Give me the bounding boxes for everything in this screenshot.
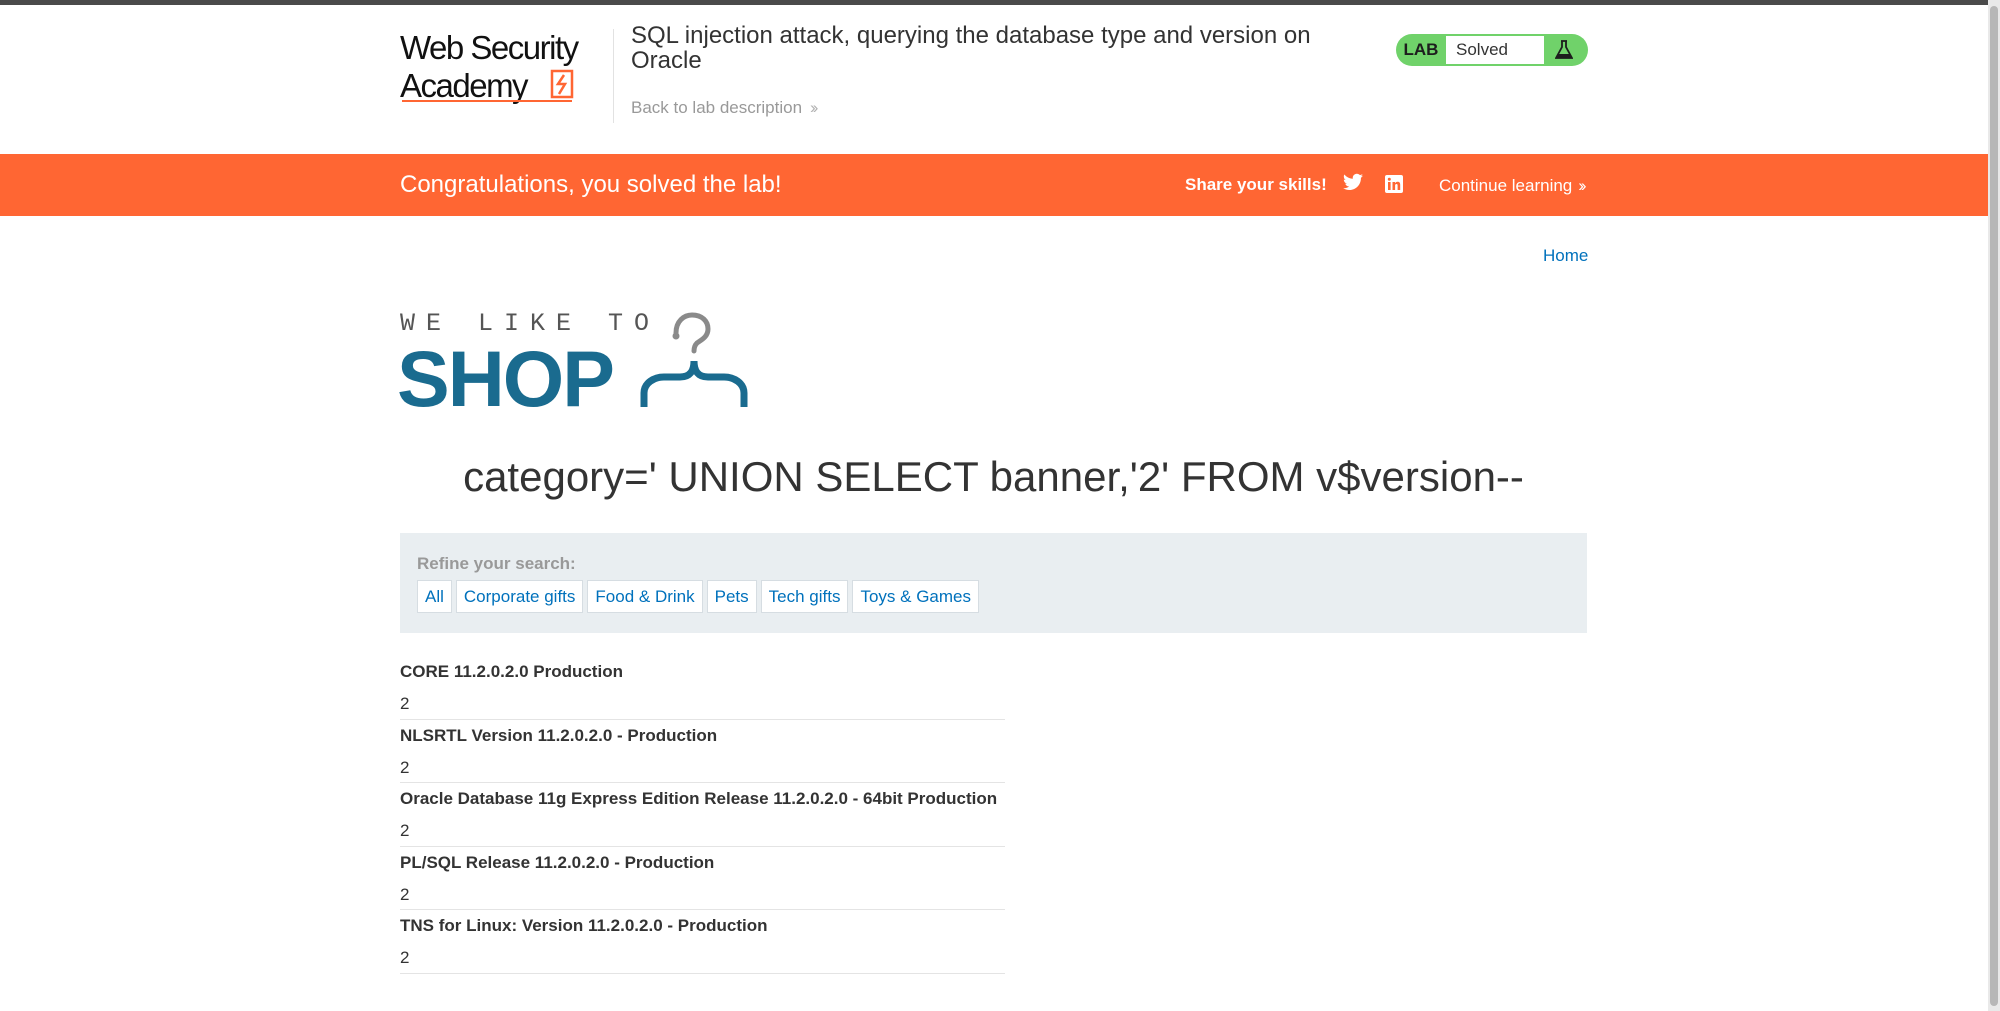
result-name: TNS for Linux: Version 11.2.0.2.0 - Prod… xyxy=(400,916,768,936)
continue-learning-link[interactable]: Continue learning ›› xyxy=(1439,176,1587,196)
result-name: PL/SQL Release 11.2.0.2.0 - Production xyxy=(400,852,715,872)
academy-header: Web Security Academy SQL injection attac… xyxy=(0,5,1988,154)
continue-learning-label: Continue learning xyxy=(1439,176,1573,195)
table-row: CORE 11.2.0.2.0 Production 2 xyxy=(400,656,1005,720)
category-filter-tech-gifts[interactable]: Tech gifts xyxy=(760,580,849,613)
scrollbar-thumb[interactable] xyxy=(1990,6,1998,1006)
lab-status-widget: LAB Solved xyxy=(1396,34,1588,66)
vertical-scrollbar[interactable] xyxy=(1988,0,2000,1011)
back-to-lab-description-link[interactable]: Back to lab description ›› xyxy=(631,98,819,118)
logo-line-1: Web Security xyxy=(400,29,579,66)
linkedin-icon[interactable] xyxy=(1385,175,1403,198)
lab-badge: LAB xyxy=(1403,40,1439,59)
home-link[interactable]: Home xyxy=(1543,246,1588,266)
shop-logo-word: SHOP xyxy=(397,334,615,423)
hanger-icon xyxy=(640,312,748,407)
category-filter-corporate-gifts[interactable]: Corporate gifts xyxy=(455,580,584,613)
result-value: 2 xyxy=(400,884,410,904)
back-link-label: Back to lab description xyxy=(631,98,803,117)
table-row: NLSRTL Version 11.2.0.2.0 - Production 2 xyxy=(400,720,1005,784)
results-table: CORE 11.2.0.2.0 Production 2 NLSRTL Vers… xyxy=(400,656,1005,974)
flask-icon xyxy=(1544,40,1584,60)
category-filter-toys-games[interactable]: Toys & Games xyxy=(852,580,979,613)
refine-search-label: Refine your search: xyxy=(417,554,576,573)
double-chevron-right-icon: ›› xyxy=(810,98,819,117)
share-skills-label: Share your skills! xyxy=(1185,175,1327,194)
lab-solved-banner: Congratulations, you solved the lab! Sha… xyxy=(0,154,1988,216)
search-filter-panel: Refine your search: All Corporate gifts … xyxy=(400,533,1587,633)
result-name: CORE 11.2.0.2.0 Production xyxy=(400,662,623,681)
lab-title: SQL injection attack, querying the datab… xyxy=(631,22,1311,74)
result-name: NLSRTL Version 11.2.0.2.0 - Production xyxy=(400,725,718,745)
we-like-to-shop-logo: WE LIKE TO SHOP xyxy=(397,305,780,423)
lab-status-text: Solved xyxy=(1446,36,1544,64)
web-security-academy-logo[interactable]: Web Security Academy xyxy=(400,29,610,109)
table-row: Oracle Database 11g Express Edition Rele… xyxy=(400,783,1005,847)
header-divider xyxy=(613,29,614,123)
category-filter-all[interactable]: All xyxy=(417,580,452,613)
twitter-icon[interactable] xyxy=(1343,173,1363,196)
congratulations-message: Congratulations, you solved the lab! xyxy=(400,171,782,198)
category-filter-pets[interactable]: Pets xyxy=(706,580,757,613)
result-value: 2 xyxy=(400,694,410,713)
logo-bolt-icon xyxy=(550,69,574,99)
table-row: PL/SQL Release 11.2.0.2.0 - Production 2 xyxy=(400,847,1005,911)
result-value: 2 xyxy=(400,948,410,968)
result-name: Oracle Database 11g Express Edition Rele… xyxy=(400,789,998,809)
category-filter-list: All Corporate gifts Food & Drink Pets Te… xyxy=(417,580,979,613)
result-value: 2 xyxy=(400,821,410,841)
category-filter-food-drink[interactable]: Food & Drink xyxy=(587,580,703,613)
logo-underline xyxy=(402,100,572,102)
table-row: TNS for Linux: Version 11.2.0.2.0 - Prod… xyxy=(400,910,1005,974)
page-heading: category=' UNION SELECT banner,'2' FROM … xyxy=(463,453,1524,500)
double-chevron-right-icon: ›› xyxy=(1578,176,1587,195)
result-value: 2 xyxy=(400,757,410,777)
